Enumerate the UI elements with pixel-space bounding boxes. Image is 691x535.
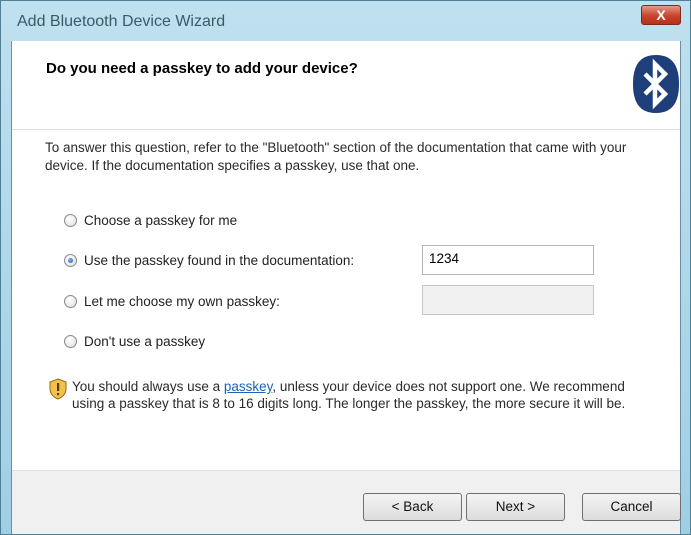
wizard-header: Do you need a passkey to add your device… <box>12 41 680 130</box>
passkey-warning-text: You should always use a passkey, unless … <box>72 378 632 412</box>
option-label: Choose a passkey for me <box>84 212 238 228</box>
close-icon: X <box>656 7 666 23</box>
button-bar: < Back Next > Cancel <box>12 470 681 534</box>
bluetooth-icon <box>633 55 679 113</box>
radio-no-passkey[interactable] <box>64 334 77 348</box>
radio-choose-for-me[interactable] <box>64 213 77 227</box>
own-passkey-input[interactable] <box>422 285 594 315</box>
next-button[interactable]: Next > <box>466 493 565 521</box>
option-label: Use the passkey found in the documentati… <box>84 252 355 268</box>
option-use-documentation-passkey[interactable]: Use the passkey found in the documentati… <box>64 249 354 271</box>
option-choose-own-passkey[interactable]: Let me choose my own passkey: <box>64 290 280 312</box>
close-button[interactable]: X <box>641 5 681 25</box>
passkey-link[interactable]: passkey <box>224 379 273 394</box>
cancel-button[interactable]: Cancel <box>582 493 681 521</box>
option-choose-for-me[interactable]: Choose a passkey for me <box>64 209 237 231</box>
back-button[interactable]: < Back <box>363 493 462 521</box>
shield-warning-icon <box>49 378 67 400</box>
option-no-passkey[interactable]: Don't use a passkey <box>64 330 205 352</box>
radio-choose-own-passkey[interactable] <box>64 294 77 308</box>
option-label: Don't use a passkey <box>84 333 206 349</box>
instructions-text: To answer this question, refer to the "B… <box>45 140 627 173</box>
radio-use-documentation-passkey[interactable] <box>64 253 77 267</box>
option-label: Let me choose my own passkey: <box>84 293 280 309</box>
warning-prefix: You should always use a <box>72 379 224 394</box>
page-title: Do you need a passkey to add your device… <box>46 60 358 77</box>
window-title: Add Bluetooth Device Wizard <box>17 13 226 30</box>
wizard-window: Add Bluetooth Device Wizard X Do you nee… <box>0 0 691 535</box>
documentation-passkey-input[interactable]: 1234 <box>422 245 594 275</box>
title-bar[interactable]: Add Bluetooth Device Wizard X <box>1 1 690 41</box>
wizard-client-area: Do you need a passkey to add your device… <box>11 41 681 534</box>
